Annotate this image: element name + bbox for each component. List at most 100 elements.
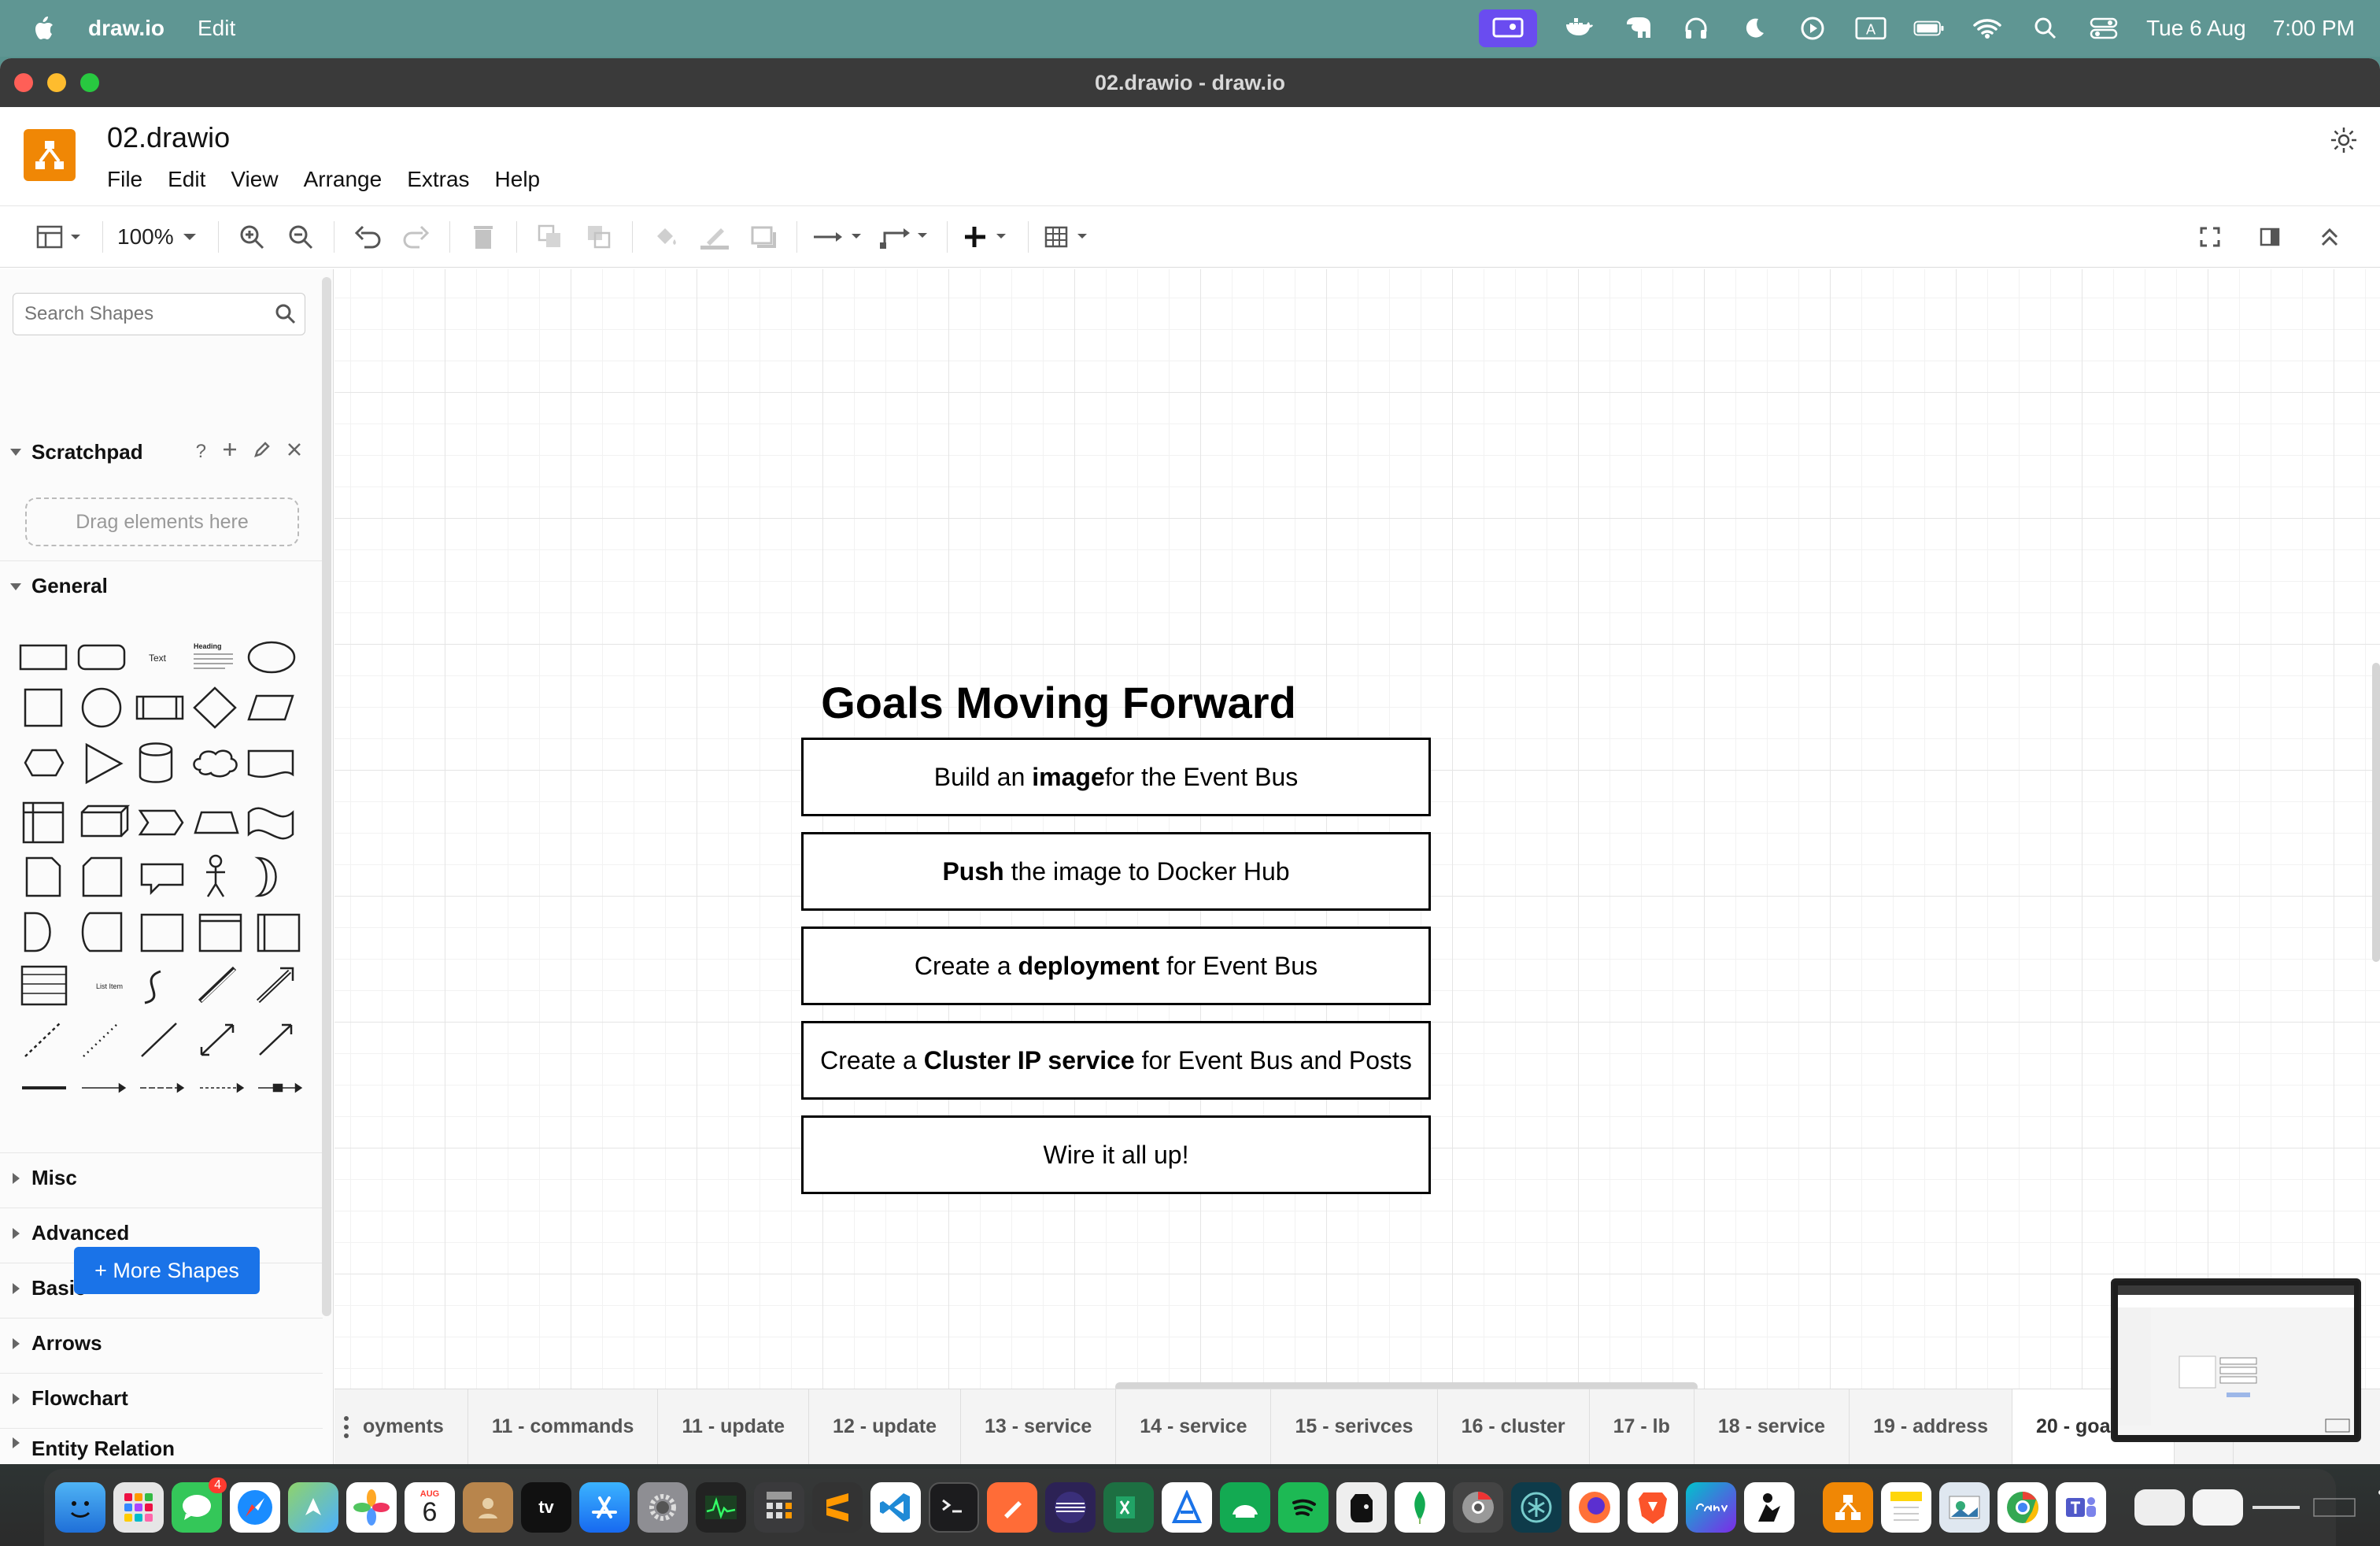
zoom-dropdown[interactable]: 100% — [117, 224, 198, 250]
goal-box-3[interactable]: Create a deployment for Event Bus — [801, 926, 1431, 1005]
insert-dropdown[interactable] — [962, 218, 1014, 256]
dashed-line-shape[interactable] — [24, 1023, 61, 1057]
to-front-icon[interactable] — [531, 218, 569, 256]
cylinder-shape[interactable] — [139, 742, 173, 783]
goal-box-1[interactable]: Build an image for the Event Bus — [801, 738, 1431, 816]
diagram-title[interactable]: Goals Moving Forward — [803, 677, 1314, 728]
directional-connector-shape[interactable] — [259, 1023, 293, 1056]
excel-icon[interactable] — [1103, 1482, 1154, 1533]
spotlight-search-icon[interactable] — [2030, 13, 2061, 44]
callout-shape[interactable] — [140, 863, 184, 896]
headphones-icon[interactable] — [1680, 13, 1712, 44]
curve-shape[interactable] — [144, 970, 161, 1004]
rounded-rectangle-shape[interactable] — [77, 644, 126, 671]
step-shape[interactable] — [138, 809, 184, 836]
minimize-window-button[interactable] — [47, 73, 66, 92]
line-color-icon[interactable] — [696, 218, 734, 256]
screen-share-icon[interactable] — [1479, 9, 1538, 47]
data-storage-shape[interactable] — [81, 912, 123, 952]
goal-box-5[interactable]: Wire it all up! — [801, 1115, 1431, 1194]
connector-with-symbol-shape[interactable] — [258, 1082, 303, 1093]
close-window-button[interactable] — [14, 73, 33, 92]
scratchpad-header[interactable]: Scratchpad ? — [0, 427, 323, 477]
moon-icon[interactable] — [1739, 13, 1770, 44]
file-name[interactable]: 02.drawio — [107, 121, 230, 154]
connector-label-shape[interactable] — [140, 1082, 185, 1093]
messages-icon[interactable]: 4 — [172, 1478, 227, 1533]
menu-view[interactable]: View — [231, 167, 278, 192]
search-icon[interactable] — [275, 303, 297, 329]
parallelogram-shape[interactable] — [247, 694, 294, 721]
teams-icon[interactable] — [2056, 1482, 2106, 1533]
postman-icon[interactable] — [987, 1482, 1037, 1533]
elephant-icon[interactable] — [1622, 13, 1654, 44]
terminal-icon[interactable] — [929, 1482, 979, 1533]
sidebar-scrollbar[interactable] — [322, 277, 331, 1316]
canvas-vertical-scrollbar[interactable] — [2372, 663, 2380, 962]
redo-icon[interactable] — [397, 218, 435, 256]
to-back-icon[interactable] — [580, 218, 618, 256]
search-shapes-input[interactable] — [24, 303, 261, 325]
page-tab[interactable]: 19 - address — [1850, 1389, 2012, 1464]
fill-color-icon[interactable] — [647, 218, 685, 256]
table-dropdown[interactable] — [1043, 218, 1095, 256]
page-tab[interactable]: 18 - service — [1694, 1389, 1850, 1464]
xcode-instruments-icon[interactable] — [1162, 1482, 1212, 1533]
list-item-shape[interactable]: List Item — [96, 982, 123, 990]
drawio-icon[interactable] — [1823, 1482, 1873, 1533]
line-shape[interactable] — [141, 1023, 177, 1057]
internal-storage-shape[interactable] — [22, 801, 65, 844]
shadow-icon[interactable] — [745, 218, 782, 256]
note-shape[interactable] — [25, 856, 61, 897]
scratchpad-add-icon[interactable] — [222, 441, 238, 464]
heading-shape[interactable]: Heading — [194, 642, 233, 669]
photos-icon[interactable] — [346, 1482, 397, 1533]
scratchpad-dropzone[interactable]: Drag elements here — [25, 497, 299, 546]
launchpad-icon[interactable] — [113, 1482, 164, 1533]
play-circle-icon[interactable] — [1797, 13, 1828, 44]
process-shape[interactable] — [135, 695, 184, 720]
horizontal-container-shape[interactable] — [257, 913, 301, 952]
misc-section-header[interactable]: Misc — [0, 1152, 323, 1203]
mongodb-compass-icon[interactable] — [1220, 1482, 1270, 1533]
window-thumb-icon[interactable] — [2251, 1489, 2301, 1526]
mongodb-icon[interactable] — [1395, 1482, 1445, 1533]
eclipse-icon[interactable] — [1045, 1482, 1096, 1533]
maps-icon[interactable] — [288, 1482, 338, 1533]
vscode-icon[interactable] — [870, 1482, 921, 1533]
scratchpad-help-icon[interactable]: ? — [196, 441, 206, 464]
arrows-section-header[interactable]: Arrows — [0, 1318, 323, 1368]
page-tab[interactable]: 14 - service — [1116, 1389, 1272, 1464]
chrome-dev-icon[interactable] — [1453, 1482, 1503, 1533]
preview-icon[interactable] — [1939, 1482, 1990, 1533]
page-tab[interactable]: 12 - update — [809, 1389, 962, 1464]
kubernetes-icon[interactable] — [1511, 1482, 1561, 1533]
scratchpad-edit-icon[interactable] — [253, 441, 271, 464]
page-tab[interactable]: 11 - update — [658, 1389, 810, 1464]
input-source-icon[interactable]: A — [1855, 13, 1887, 44]
window-thumb-icon[interactable] — [2309, 1489, 2360, 1526]
menu-extras[interactable]: Extras — [407, 167, 469, 192]
bidirectional-connector-shape[interactable] — [200, 1023, 235, 1056]
menu-file[interactable]: File — [107, 167, 142, 192]
canvas-horizontal-scrollbar[interactable] — [1115, 1382, 1698, 1389]
bidirectional-arrow-shape[interactable] — [198, 966, 237, 1004]
app-store-icon[interactable] — [579, 1482, 630, 1533]
canva-icon[interactable] — [1686, 1482, 1736, 1533]
window-thumb-icon[interactable] — [2193, 1489, 2243, 1526]
tape-shape[interactable] — [247, 807, 294, 840]
page-menu-icon[interactable] — [334, 1389, 358, 1464]
calculator-icon[interactable] — [754, 1482, 804, 1533]
page-tab[interactable]: oyments — [358, 1389, 468, 1464]
container-shape[interactable] — [140, 913, 184, 952]
safari-icon[interactable] — [230, 1482, 280, 1533]
general-shapes-palette[interactable]: Text Heading List Item — [14, 631, 305, 1104]
entity-relation-section-header[interactable]: Entity Relation — [0, 1428, 323, 1464]
page-tab[interactable]: 15 - serivces — [1271, 1389, 1438, 1464]
text-shape[interactable]: Text — [149, 653, 167, 664]
cloud-shape[interactable] — [193, 749, 238, 778]
clock-time[interactable]: 7:00 PM — [2273, 16, 2355, 41]
page-tab[interactable]: 13 - service — [961, 1389, 1117, 1464]
apple-menu-icon[interactable] — [30, 15, 57, 42]
square-shape[interactable] — [24, 688, 63, 727]
